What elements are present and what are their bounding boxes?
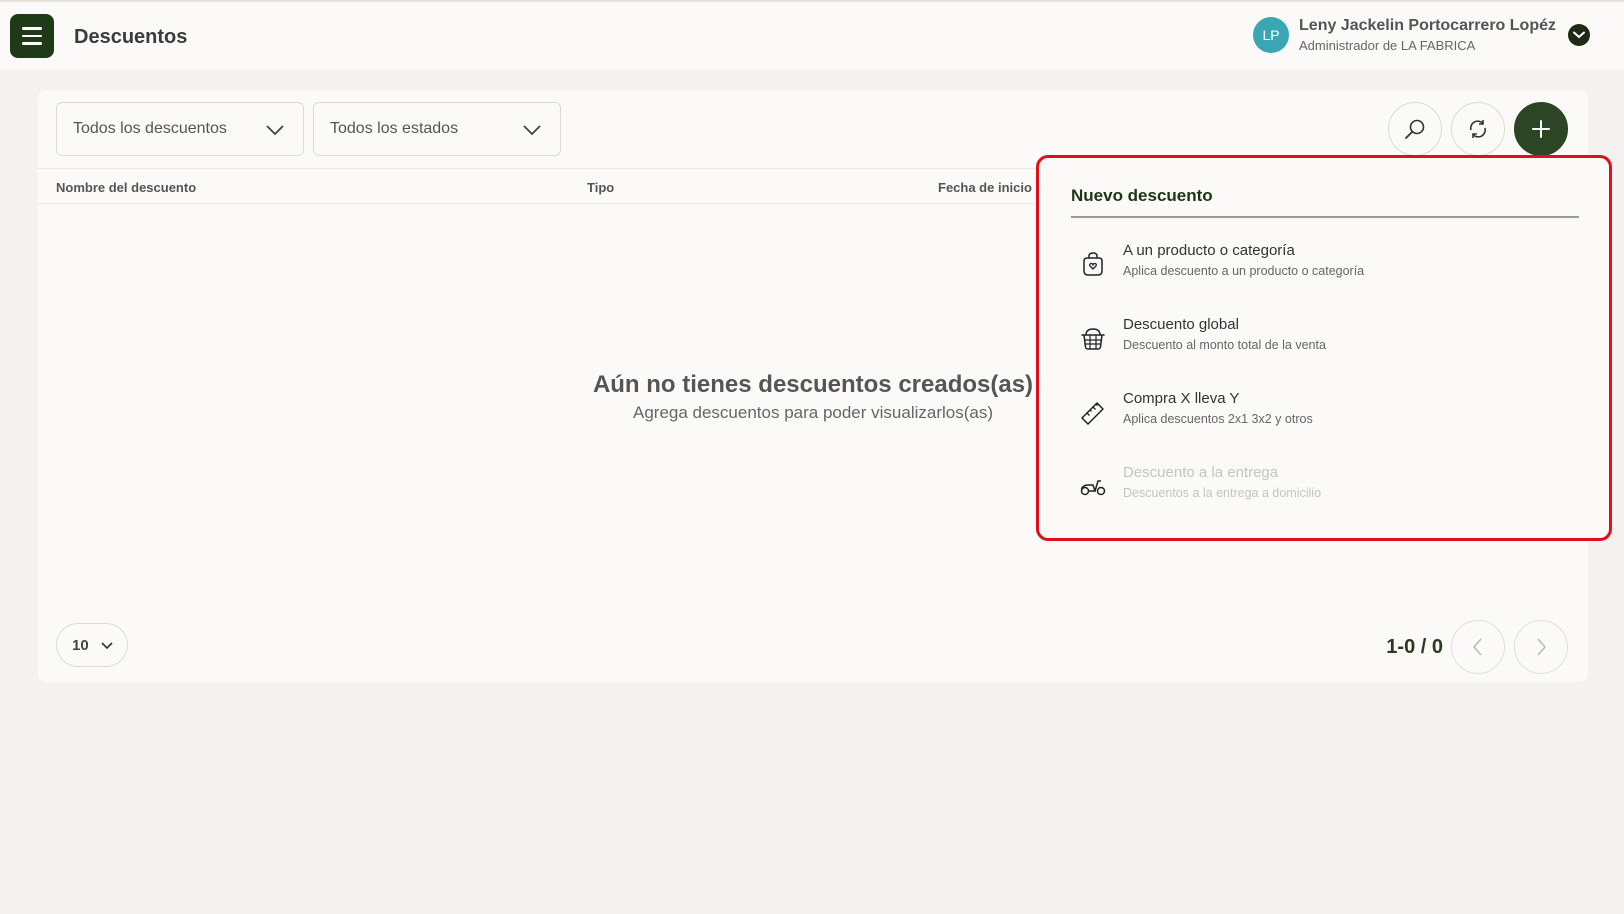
menu-line [22,27,42,30]
user-name: Leny Jackelin Portocarrero Lopéz [1299,17,1556,34]
menu-line [22,42,42,45]
option-title: Descuento global [1123,316,1239,333]
status-filter-value: Todos los estados [330,120,459,137]
refresh-icon [1469,120,1487,138]
chevron-down-icon [523,125,541,136]
hamburger-menu-button[interactable] [10,14,54,58]
chevron-right-icon [1537,638,1547,656]
page-size-value: 10 [72,636,89,654]
shopping-bag-icon [1083,252,1103,276]
divider [1071,216,1579,218]
option-description: Aplica descuento a un producto o categor… [1123,264,1365,278]
pagination-range: 1-0 / 0 [1386,636,1443,658]
refresh-button[interactable] [1451,102,1505,156]
page-size-select[interactable]: 10 [56,623,128,667]
option-title: Descuento a la entrega [1123,464,1279,481]
option-buy-x-get-y[interactable]: Compra X lleva Y Aplica descuentos 2x1 3… [1071,388,1579,448]
user-role: Administrador de LA FABRICA [1299,38,1476,53]
option-description: Descuento al monto total de la venta [1123,338,1326,352]
option-product-or-category[interactable]: A un producto o categoría Aplica descuen… [1071,240,1579,300]
discount-type-filter-value: Todos los descuentos [73,120,227,137]
column-header-start-date: Fecha de inicio [938,180,1032,195]
search-button[interactable] [1388,102,1442,156]
column-header-name: Nombre del descuento [56,180,197,195]
next-page-button[interactable] [1514,620,1568,674]
option-delivery-discount: Descuento a la entrega Descuentos a la e… [1071,462,1579,522]
user-menu-chevron-icon[interactable] [1568,24,1590,46]
user-info: Leny Jackelin Portocarrero Lopéz Adminis… [1299,17,1556,53]
column-header-type: Tipo [587,180,615,195]
status-filter[interactable]: Todos los estados [313,102,561,156]
chevron-down-icon [266,125,284,136]
new-discount-menu-title: Nuevo descuento [1071,186,1213,205]
search-icon [1405,119,1425,139]
add-discount-button[interactable] [1514,102,1568,156]
top-bar: Descuentos LP Leny Jackelin Portocarrero… [0,0,1624,70]
ruler-icon [1081,402,1104,425]
scooter-icon [1080,480,1106,496]
user-profile[interactable]: LP Leny Jackelin Portocarrero Lopéz Admi… [1253,17,1590,53]
chevron-down-icon [101,642,113,650]
chevron-left-icon [1472,638,1482,656]
new-discount-menu: Nuevo descuento A un producto o categorí… [1036,155,1612,541]
option-description: Descuentos a la entrega a domicilio [1123,486,1322,500]
plus-icon [1532,120,1550,138]
option-description: Aplica descuentos 2x1 3x2 y otros [1123,412,1313,426]
discount-type-filter[interactable]: Todos los descuentos [56,102,304,156]
previous-page-button[interactable] [1451,620,1505,674]
avatar: LP [1253,17,1290,53]
option-title: A un producto o categoría [1123,242,1295,259]
page-title: Descuentos [74,26,188,48]
option-global-discount[interactable]: Descuento global Descuento al monto tota… [1071,314,1579,374]
option-title: Compra X lleva Y [1123,390,1240,407]
menu-line [22,34,42,38]
basket-icon [1081,328,1105,350]
